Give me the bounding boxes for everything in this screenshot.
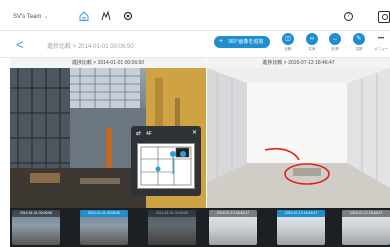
help-icon[interactable]: ? <box>344 12 353 21</box>
thumbnail-date: 2014-01-01 00:06:50 <box>12 210 60 217</box>
floor-plan-image[interactable] <box>137 143 195 189</box>
annotate-tool-button[interactable]: ✎ 注釈 <box>351 33 367 52</box>
top-bar: SV's Team ⌄ ? <box>0 0 390 31</box>
team-selector[interactable]: SV's Team ⌄ <box>13 13 48 20</box>
settings-gear-icon[interactable] <box>122 10 134 22</box>
annotate-tool-label: 注釈 <box>355 47 363 51</box>
camera-plus-icon: + <box>219 38 224 45</box>
more-menu-button[interactable]: ••• メニュー <box>373 33 389 52</box>
share-icon: ∞ <box>306 33 318 45</box>
measure-tool-button[interactable]: ↔ 計測 <box>327 33 343 52</box>
right-panorama-view[interactable] <box>207 68 390 208</box>
thumbnail-item-selected[interactable]: 2015-07-13 18:46:47 <box>277 210 325 245</box>
left-pane-title: 進捗比較 > 2014-01-01 00:06:50 <box>10 58 206 68</box>
thumbnail-item[interactable]: 2014-01-01 00:06:50 <box>148 210 196 245</box>
floor-icon: ⇄ <box>136 131 142 137</box>
timeline-filmstrip: 2014-01-01 00:06:50 2014-01-01 00:06:50 … <box>10 208 390 247</box>
close-icon[interactable]: ✕ <box>192 129 197 136</box>
add-360-photo-button[interactable]: +360°画像を追加 <box>214 36 270 48</box>
thumbnail-item[interactable]: 2015-07-13 18:46:47 <box>342 210 390 245</box>
breadcrumb: 進捗比較 > 2014-01-01 00:06:50 <box>47 44 134 50</box>
add-photo-label: 360°画像を追加 <box>228 39 264 45</box>
share-tool-label: 共有 <box>308 47 316 51</box>
thumbnail-date: 2015-07-13 18:46:47 <box>209 210 257 217</box>
more-menu-label: メニュー <box>374 47 388 51</box>
annotate-icon: ✎ <box>353 33 365 45</box>
team-name: SV's Team <box>13 14 42 20</box>
minimap-panel[interactable]: ⇄ 4F ✕ <box>131 126 201 196</box>
minimap-floor-label: 4F <box>146 131 152 137</box>
compare-icon: ◫ <box>282 33 294 45</box>
thumbnail-date: 2015-07-13 18:46:47 <box>342 210 390 217</box>
thumbnail-item[interactable]: 2014-01-01 00:06:50 <box>12 210 60 245</box>
measure-tool-label: 計測 <box>331 47 339 51</box>
thumbnail-date: 2015-07-13 18:46:47 <box>277 210 325 217</box>
sub-toolbar: < 進捗比較 > 2014-01-01 00:06:50 +360°画像を追加 … <box>0 31 390 58</box>
measure-icon: ↔ <box>329 33 341 45</box>
compare-tool-label: 比較 <box>284 47 292 51</box>
thumbnail-date: 2014-01-01 00:06:50 <box>148 210 196 217</box>
right-panorama-pane: 進捗比較 > 2015-07-13 18:46:47 <box>207 58 390 208</box>
right-pane-title: 進捗比較 > 2015-07-13 18:46:47 <box>207 58 390 68</box>
more-icon: ••• <box>377 36 385 42</box>
thumbnail-item[interactable]: 2015-07-13 18:46:47 <box>209 210 257 245</box>
share-tool-button[interactable]: ∞ 共有 <box>304 33 320 52</box>
thumbnail-item-selected[interactable]: 2014-01-01 00:06:50 <box>80 210 128 245</box>
compare-tool-button[interactable]: ◫ 比較 <box>280 33 296 52</box>
finished-room-scene-image <box>207 68 390 208</box>
chevron-down-icon: ⌄ <box>43 14 49 20</box>
floorplan-icon[interactable] <box>100 10 112 22</box>
user-avatar-icon[interactable] <box>378 11 390 23</box>
back-button[interactable]: < <box>16 37 24 52</box>
home-icon[interactable] <box>78 10 90 22</box>
thumbnail-date: 2014-01-01 00:06:50 <box>80 210 128 217</box>
